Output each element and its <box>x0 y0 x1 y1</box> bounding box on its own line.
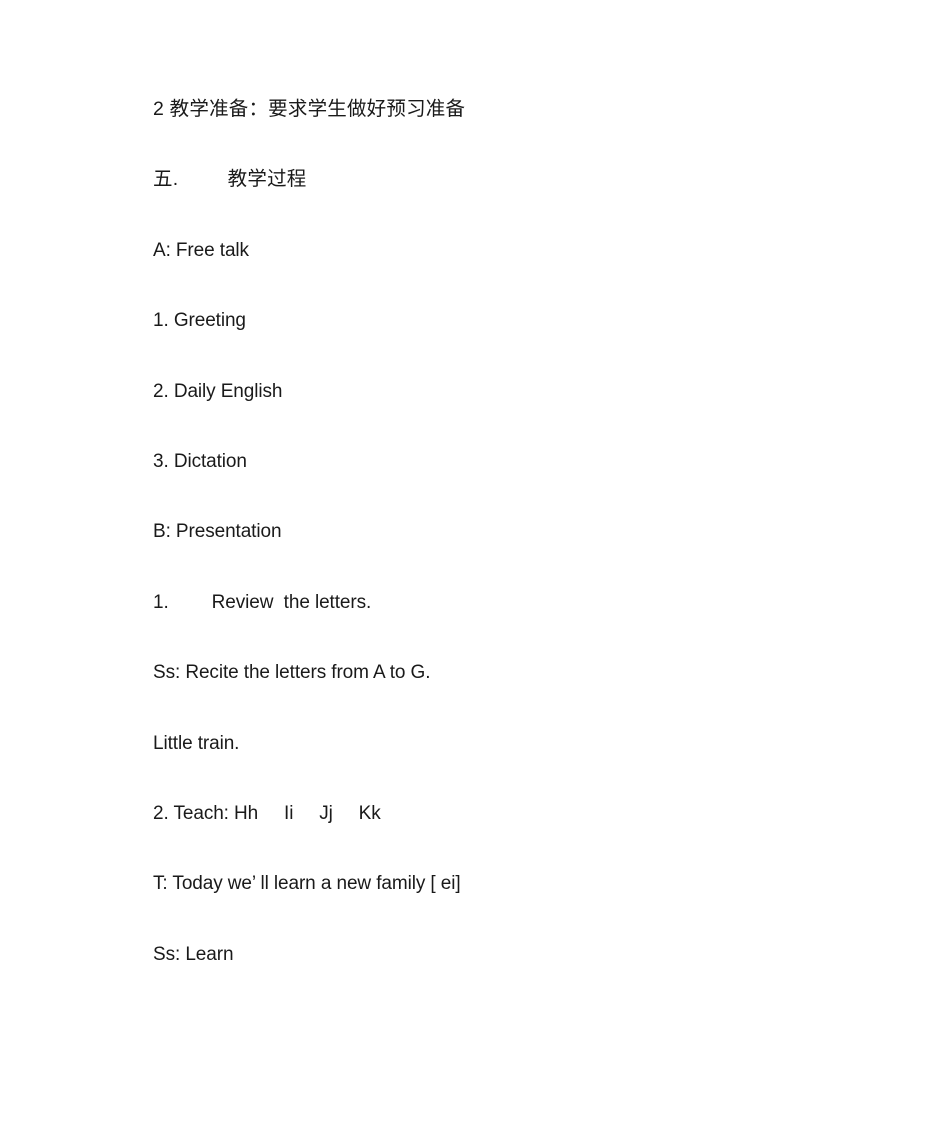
document-body: 2 教学准备：要求学生做好预习准备 五. 教学过程 A: Free talk 1… <box>153 97 913 967</box>
paragraph-item-2-teach-letters: 2. Teach: Hh Ii Jj Kk <box>153 802 381 824</box>
paragraph-item-1-review-letters: 1. Review the letters. <box>153 591 372 613</box>
paragraph-t-today-new-family: T: Today we’ ll learn a new family [ ei] <box>153 873 461 895</box>
paragraph-item-3-dictation: 3. Dictation <box>153 450 247 472</box>
paragraph-ss-learn: Ss: Learn <box>153 943 234 965</box>
document-page: 2 教学准备：要求学生做好预习准备 五. 教学过程 A: Free talk 1… <box>0 0 945 1123</box>
paragraph-ss-recite-letters: Ss: Recite the letters from A to G. <box>153 662 431 684</box>
paragraph-part-b-presentation: B: Presentation <box>153 521 282 543</box>
paragraph-item-2-daily-english: 2. Daily English <box>153 380 283 402</box>
paragraph-part-a-free-talk: A: Free talk <box>153 239 249 261</box>
paragraph-section-five-process: 五. 教学过程 <box>153 168 307 191</box>
paragraph-item-1-greeting: 1. Greeting <box>153 310 246 332</box>
paragraph-little-train: Little train. <box>153 732 240 754</box>
paragraph-teaching-preparation: 2 教学准备：要求学生做好预习准备 <box>153 98 466 120</box>
